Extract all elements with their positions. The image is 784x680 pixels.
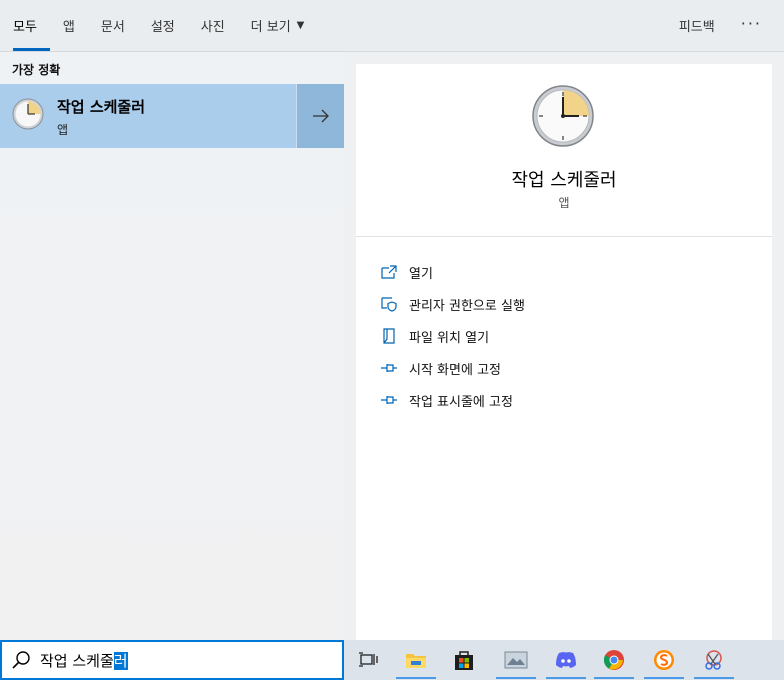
file-location-icon	[380, 327, 398, 345]
pin-icon	[380, 391, 398, 409]
search-input-text[interactable]: 작업 스케줄러	[40, 650, 128, 671]
tab-all[interactable]: 모두	[0, 0, 50, 51]
feedback-button[interactable]: 피드백	[665, 0, 729, 51]
action-pin-to-start[interactable]: 시작 화면에 고정	[380, 352, 525, 384]
best-match-type: 앱	[57, 123, 69, 137]
more-options-button[interactable]: ···	[729, 0, 784, 51]
task-scheduler-icon	[12, 98, 44, 130]
ime-composition: 러	[113, 651, 128, 670]
expand-arrow-button[interactable]	[296, 84, 344, 148]
pin-icon	[380, 359, 398, 377]
chrome-icon	[603, 650, 624, 670]
file-explorer-button[interactable]	[392, 640, 440, 680]
detail-app-name: 작업 스케줄러	[511, 170, 617, 191]
task-scheduler-large-icon	[532, 85, 594, 147]
tab-more[interactable]: 더 보기 ▼	[238, 0, 318, 51]
results-pane: 가장 정확 작업 스케줄러 앱	[0, 52, 344, 640]
photos-button[interactable]	[492, 640, 540, 680]
sublime-icon	[654, 650, 674, 670]
tab-settings[interactable]: 설정	[138, 0, 188, 51]
action-pin-to-taskbar[interactable]: 작업 표시줄에 고정	[380, 384, 525, 416]
file-explorer-icon	[406, 654, 426, 668]
shield-icon	[380, 295, 398, 313]
best-match-heading: 가장 정확	[12, 63, 61, 77]
action-run-as-admin[interactable]: 관리자 권한으로 실행	[380, 288, 525, 320]
detail-app-type: 앱	[558, 196, 570, 210]
caret-down-icon: ▼	[296, 20, 305, 31]
sublime-button[interactable]	[640, 640, 688, 680]
chrome-button[interactable]	[590, 640, 638, 680]
search-tab-bar: 모두 앱 문서 설정 사진 더 보기 ▼ 피드백 ···	[0, 0, 784, 52]
search-box[interactable]: 작업 스케줄러	[0, 640, 344, 680]
snipping-tool-icon	[705, 650, 722, 670]
photos-icon	[504, 651, 528, 669]
best-match-name: 작업 스케줄러	[57, 98, 146, 116]
arrow-right-icon	[312, 109, 329, 123]
snipping-tool-button[interactable]	[690, 640, 738, 680]
discord-button[interactable]	[542, 640, 590, 680]
action-open-file-location[interactable]: 파일 위치 열기	[380, 320, 525, 352]
detail-pane: 작업 스케줄러 앱 열기 관리자 권한으로 실행 파일 위치 열기 시작 화면에	[356, 64, 772, 640]
search-icon	[12, 651, 30, 669]
action-open[interactable]: 열기	[380, 256, 525, 288]
tab-photos[interactable]: 사진	[188, 0, 238, 51]
tab-apps[interactable]: 앱	[50, 0, 88, 51]
taskbar	[344, 640, 784, 680]
store-icon	[455, 651, 473, 670]
store-button[interactable]	[440, 640, 488, 680]
open-icon	[380, 263, 398, 281]
tab-documents[interactable]: 문서	[88, 0, 138, 51]
divider	[356, 236, 772, 237]
task-view-button[interactable]	[344, 640, 392, 680]
action-list: 열기 관리자 권한으로 실행 파일 위치 열기 시작 화면에 고정 작업 표시줄…	[380, 256, 525, 416]
task-view-icon	[359, 652, 378, 667]
best-match-result[interactable]: 작업 스케줄러 앱	[0, 84, 296, 148]
discord-icon	[556, 652, 576, 668]
